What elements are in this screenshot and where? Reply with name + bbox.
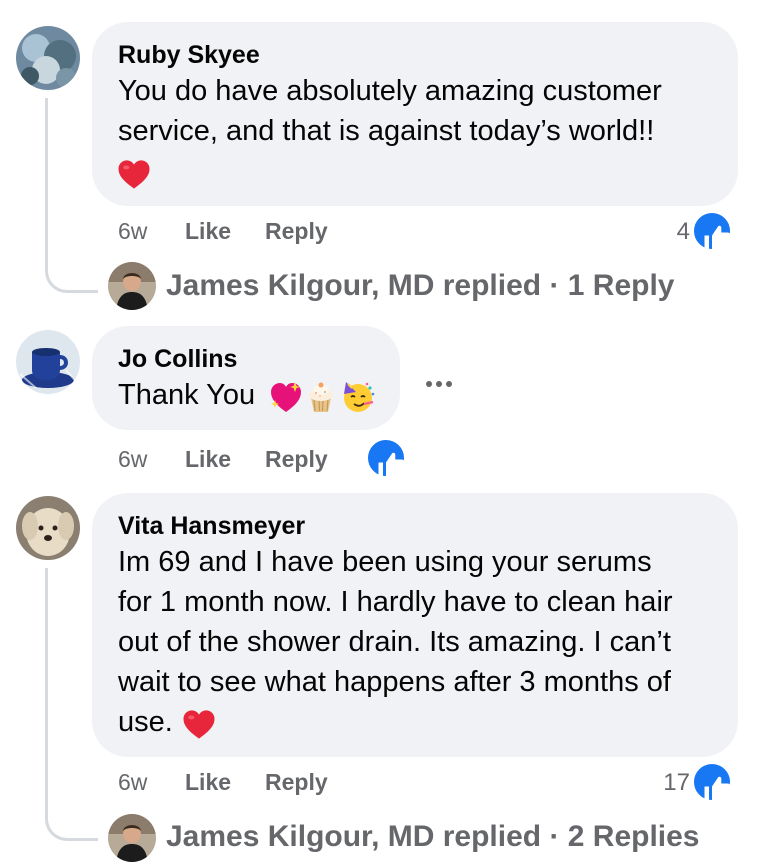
like-button[interactable]: Like [185, 769, 231, 796]
view-replies-link[interactable]: James Kilgour, MD replied · 1 Reply [166, 269, 674, 303]
avatar-vita-hansmeyer[interactable] [16, 496, 80, 560]
reaction-count[interactable]: 4 [640, 218, 690, 246]
comment-author[interactable]: Jo Collins [118, 344, 237, 374]
thumbs-up-icon[interactable] [692, 211, 732, 251]
comment-text-line: Im 69 and I have been using your serums [118, 546, 652, 578]
avatar-james-kilgour[interactable] [108, 262, 156, 310]
reply-thread-line [45, 568, 98, 841]
comment-text-line: for 1 month now. I hardly have to clean … [118, 586, 673, 618]
like-button[interactable]: Like [185, 446, 231, 473]
heart-emoji [117, 159, 151, 190]
comment-author[interactable]: Ruby Skyee [118, 40, 260, 70]
like-button[interactable]: Like [185, 218, 231, 245]
avatar-ruby-skyee[interactable] [16, 26, 80, 90]
reply-button[interactable]: Reply [265, 769, 328, 796]
view-replies-link[interactable]: James Kilgour, MD replied · 2 Replies [166, 820, 700, 854]
comment-text-line: out of the shower drain. Its amazing. I … [118, 626, 671, 658]
comment-timestamp[interactable]: 6w [118, 769, 147, 796]
avatar-jo-collins[interactable] [16, 330, 80, 394]
sparkling-heart-emoji [271, 382, 301, 412]
thumbs-up-icon[interactable] [366, 438, 406, 478]
comment-timestamp[interactable]: 6w [118, 218, 147, 245]
comment-text-line: use. [118, 706, 173, 738]
comment-text-line: You do have absolutely amazing customer [118, 75, 662, 107]
comment-author[interactable]: Vita Hansmeyer [118, 511, 305, 541]
reaction-count[interactable]: 17 [640, 769, 690, 797]
reply-thread-line [45, 98, 98, 293]
more-options-icon[interactable] [424, 374, 454, 392]
comment-text-line: service, and that is against today’s wor… [118, 115, 655, 147]
avatar-james-kilgour[interactable] [108, 814, 156, 862]
partying-face-emoji [344, 382, 375, 412]
thumbs-up-icon[interactable] [692, 762, 732, 802]
heart-emoji [182, 709, 216, 740]
reply-button[interactable]: Reply [265, 446, 328, 473]
comment-timestamp[interactable]: 6w [118, 446, 147, 473]
reply-button[interactable]: Reply [265, 218, 328, 245]
comment-text-line: wait to see what happens after 3 months … [118, 666, 671, 698]
cupcake-emoji [309, 382, 333, 412]
comment-text: Thank You [118, 379, 256, 411]
